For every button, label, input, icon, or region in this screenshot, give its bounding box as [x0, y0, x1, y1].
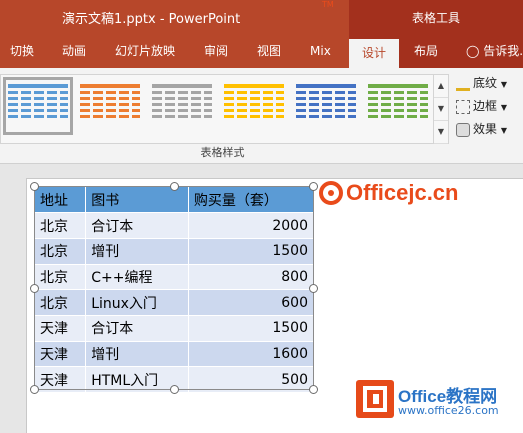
resize-handle-bottom-left[interactable] [30, 385, 39, 394]
resize-handle-top[interactable] [170, 182, 179, 191]
table-style-swatch-orange[interactable] [78, 80, 142, 132]
resize-handle-top-left[interactable] [30, 182, 39, 191]
tab-transitions[interactable]: 切换 [10, 36, 34, 68]
tab-mix[interactable]: Mix [310, 36, 331, 68]
gallery-scroller: ▲ ▼ ▼ [434, 74, 449, 144]
table-style-swatch-dark-blue[interactable] [294, 80, 358, 132]
resize-handle-bottom-right[interactable] [309, 385, 318, 394]
chevron-down-icon: ▼ [500, 126, 507, 135]
title-bar: 演示文稿1.pptx - PowerPoint 表格工具 [0, 0, 523, 36]
tab-layout[interactable]: 布局 [414, 36, 438, 68]
ribbon-tabs: 切换 动画 幻灯片放映 审阅 视图 Mix 设计 布局 ◯ 告诉我... [0, 36, 523, 68]
table-cell[interactable]: 北京 [35, 289, 87, 316]
effects-icon [456, 122, 470, 137]
table-cell[interactable]: 1500 [188, 238, 315, 265]
watermark-officejc-text: Officejc.cn [346, 180, 459, 205]
ribbon-design-panel: ▲ ▼ ▼ 表格样式 底纹 ▼ 边框 ▼ 效果 ▼ [0, 68, 523, 164]
window-title: 演示文稿1.pptx - PowerPoint [62, 12, 241, 27]
resize-handle-right[interactable] [309, 284, 318, 293]
table-cell[interactable]: 600 [188, 289, 315, 316]
border-button[interactable]: 边框 ▼ [456, 95, 507, 117]
resize-handle-top-right[interactable] [309, 182, 318, 191]
table-cell[interactable]: 北京 [35, 238, 87, 265]
lightbulb-icon: ◯ [466, 44, 480, 58]
table-cell[interactable]: 北京 [35, 264, 87, 291]
tell-me-label: 告诉我... [483, 44, 523, 58]
chevron-down-icon: ▼ [500, 80, 507, 89]
table-style-swatch-gray[interactable] [150, 80, 214, 132]
table-styles-gallery [0, 74, 434, 144]
header-cell-address[interactable]: 地址 [35, 187, 87, 214]
border-icon [456, 99, 470, 114]
officejc-logo-icon [319, 181, 343, 205]
table-cell[interactable]: Linux入门 [85, 289, 189, 316]
watermark-officejc: Officejc.cn [318, 180, 458, 210]
table-row: 北京 Linux入门 600 [35, 289, 315, 316]
office-logo-icon [356, 380, 394, 418]
tell-me-box[interactable]: ◯ 告诉我... [466, 36, 523, 68]
watermark-tm: TM [322, 0, 334, 9]
table-cell[interactable]: 1600 [188, 341, 315, 368]
table-cell[interactable]: 2000 [188, 212, 315, 239]
watermark-office26-url: www.office26.com [398, 404, 499, 417]
table-row: 北京 合订本 2000 [35, 212, 315, 239]
watermark-office26: Office教程网 www.office26.com [356, 380, 523, 433]
tab-animations[interactable]: 动画 [62, 36, 86, 68]
table-style-swatch-gold[interactable] [222, 80, 286, 132]
chevron-down-icon: ▼ [500, 103, 507, 112]
tab-design[interactable]: 设计 [349, 39, 399, 68]
table-styles-group-label: 表格样式 [200, 146, 245, 159]
table-style-swatch-green[interactable] [366, 80, 430, 132]
contextual-tab-group-label: 表格工具 [411, 11, 460, 25]
data-table[interactable]: 地址 图书 购买量（套） 北京 合订本 2000 北京 增刊 1500 北京 C… [35, 187, 315, 393]
table-style-swatch-blue[interactable] [3, 77, 73, 135]
table-row: 天津 合订本 1500 [35, 315, 315, 342]
table-cell[interactable]: C++编程 [85, 264, 189, 291]
table-cell[interactable]: 北京 [35, 212, 87, 239]
tab-view[interactable]: 视图 [257, 36, 281, 68]
gallery-more-icon[interactable]: ▼ [434, 121, 448, 144]
table-cell[interactable]: 800 [188, 264, 315, 291]
table-cell[interactable]: 合订本 [85, 212, 189, 239]
shading-button[interactable]: 底纹 ▼ [456, 72, 507, 94]
table-row: 北京 C++编程 800 [35, 264, 315, 291]
contextual-tab-group: 表格工具 [349, 0, 523, 36]
table-cell[interactable]: 天津 [35, 315, 87, 342]
tab-slideshow[interactable]: 幻灯片放映 [115, 36, 175, 68]
table-cell[interactable]: 1500 [188, 315, 315, 342]
table-cell[interactable]: 增刊 [85, 238, 189, 265]
resize-handle-bottom[interactable] [170, 385, 179, 394]
table-cell[interactable]: 天津 [35, 366, 87, 393]
effects-button[interactable]: 效果 ▼ [456, 118, 507, 140]
table-cell[interactable]: 天津 [35, 341, 87, 368]
gallery-scroll-down-icon[interactable]: ▼ [434, 98, 448, 121]
resize-handle-left[interactable] [30, 284, 39, 293]
paint-bucket-icon [456, 77, 470, 91]
table-row: 天津 增刊 1600 [35, 341, 315, 368]
tab-review[interactable]: 审阅 [204, 36, 228, 68]
table-cell[interactable]: 500 [188, 366, 315, 393]
header-cell-quantity[interactable]: 购买量（套） [188, 187, 315, 214]
gallery-scroll-up-icon[interactable]: ▲ [434, 75, 448, 98]
table-cell[interactable]: 增刊 [85, 341, 189, 368]
table-cell[interactable]: 合订本 [85, 315, 189, 342]
table-row: 北京 增刊 1500 [35, 238, 315, 265]
